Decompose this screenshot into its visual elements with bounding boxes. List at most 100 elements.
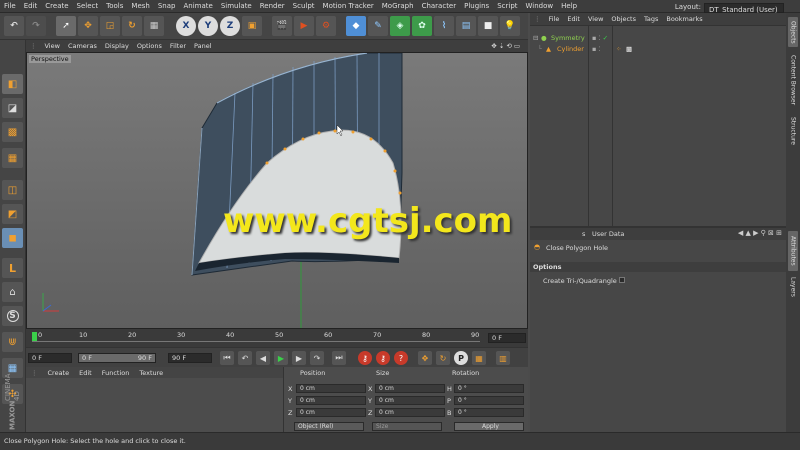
apply-button[interactable]: Apply: [454, 422, 524, 431]
play-button[interactable]: ▶: [274, 351, 288, 365]
cube-primitive-button[interactable]: ◆: [346, 16, 366, 36]
viewport-menu-filter[interactable]: Filter: [166, 42, 190, 50]
tab-layers[interactable]: Layers: [788, 275, 798, 299]
render-view-button[interactable]: 🎬: [272, 16, 292, 36]
rot-b-field[interactable]: 0 °: [454, 408, 524, 417]
object-row-symmetry[interactable]: ⊟ ● Symmetry ▪ ⁚ ✓: [530, 33, 786, 44]
record-position-button[interactable]: ✥: [418, 351, 432, 365]
create-tri-quad-checkbox[interactable]: [619, 277, 625, 283]
object-menu-bookmarks[interactable]: Bookmarks: [662, 15, 706, 23]
preview-range-slider[interactable]: 0 F 90 F: [78, 353, 156, 363]
tweak-mode-button[interactable]: ⌂: [2, 282, 23, 302]
object-menu-view[interactable]: View: [584, 15, 607, 23]
timeline-ruler[interactable]: 0 10 20 30 40 50 60 70 80 90 0 F: [26, 329, 528, 347]
spline-pen-button[interactable]: ✎: [368, 16, 388, 36]
attribute-nav-icons[interactable]: ◀ ▲ ▶ ⚲ ⊠ ⊞: [738, 229, 782, 237]
menu-script[interactable]: Script: [493, 0, 521, 13]
workplane-button[interactable]: ▦: [2, 148, 23, 168]
menu-snap[interactable]: Snap: [154, 0, 180, 13]
end-frame-field[interactable]: 90 F: [168, 353, 212, 363]
live-selection-button[interactable]: ➚: [56, 16, 76, 36]
scheme-button[interactable]: ▥: [496, 351, 510, 365]
rot-h-field[interactable]: 0 °: [454, 384, 524, 393]
polygons-mode-button[interactable]: ◼: [2, 228, 23, 248]
keyframe-selection-button[interactable]: ?: [394, 351, 408, 365]
scale-button[interactable]: ◲: [100, 16, 120, 36]
record-rotation-button[interactable]: ↻: [436, 351, 450, 365]
viewport-menu-cameras[interactable]: Cameras: [64, 42, 101, 50]
playhead[interactable]: [32, 332, 37, 341]
texture-mode-button[interactable]: ▩: [2, 122, 23, 142]
recent-tools-button[interactable]: ▦: [144, 16, 164, 36]
viewport-menu-panel[interactable]: Panel: [190, 42, 216, 50]
magnet-button[interactable]: ⋓: [2, 332, 23, 352]
menu-simulate[interactable]: Simulate: [217, 0, 256, 13]
record-scale-button[interactable]: P: [454, 351, 468, 365]
viewport-nav-icons[interactable]: ✥ ⇣ ⟲ ▭: [487, 42, 524, 50]
viewport-menu-options[interactable]: Options: [133, 42, 166, 50]
snap-button[interactable]: S: [2, 306, 23, 326]
menu-window[interactable]: Window: [522, 0, 558, 13]
material-menu-create[interactable]: Create: [43, 369, 75, 377]
object-menu-tags[interactable]: Tags: [640, 15, 662, 23]
subdivision-surface-button[interactable]: ◈: [390, 16, 410, 36]
tab-content-browser[interactable]: Content Browser: [788, 51, 798, 109]
layout-dropdown[interactable]: DT_Standard (User): [704, 2, 784, 14]
menu-mesh[interactable]: Mesh: [127, 0, 153, 13]
light-button[interactable]: 💡: [500, 16, 520, 36]
cloner-button[interactable]: ✿: [412, 16, 432, 36]
edges-mode-button[interactable]: ◩: [2, 204, 23, 224]
current-frame-field[interactable]: 0 F: [488, 333, 526, 343]
make-editable-button[interactable]: ◧: [2, 74, 23, 94]
size-z-field[interactable]: 0 cm: [375, 408, 445, 417]
rot-p-field[interactable]: 0 °: [454, 396, 524, 405]
material-menu-function[interactable]: Function: [97, 369, 135, 377]
tab-objects[interactable]: Objects: [788, 17, 798, 47]
pos-z-field[interactable]: 0 cm: [296, 408, 366, 417]
render-picture-viewer-button[interactable]: ▶: [294, 16, 314, 36]
rotate-button[interactable]: ↻: [122, 16, 142, 36]
coordinate-mode-dropdown[interactable]: Object (Rel): [294, 422, 364, 431]
menu-file[interactable]: File: [0, 0, 20, 13]
undo-button[interactable]: ↶: [4, 16, 24, 36]
menu-help[interactable]: Help: [557, 0, 581, 13]
axis-mode-button[interactable]: L: [2, 258, 23, 278]
viewport-menu-view[interactable]: View: [41, 42, 64, 50]
perspective-viewport[interactable]: Perspective www.cgtsj.com: [26, 52, 528, 329]
menu-tools[interactable]: Tools: [102, 0, 127, 13]
autokey-button[interactable]: ⚷: [376, 351, 390, 365]
floor-button[interactable]: ▤: [456, 16, 476, 36]
pos-x-field[interactable]: 0 cm: [296, 384, 366, 393]
size-mode-dropdown[interactable]: Size: [372, 422, 442, 431]
record-key-button[interactable]: ⚷: [358, 351, 372, 365]
size-x-field[interactable]: 0 cm: [375, 384, 445, 393]
coordinate-system-button[interactable]: ▣: [242, 16, 262, 36]
menu-motion-tracker[interactable]: Motion Tracker: [319, 0, 378, 13]
menu-render[interactable]: Render: [256, 0, 289, 13]
start-frame-field[interactable]: 0 F: [28, 353, 72, 363]
render-settings-button[interactable]: ⚙: [316, 16, 336, 36]
move-button[interactable]: ✥: [78, 16, 98, 36]
object-menu-edit[interactable]: Edit: [563, 15, 584, 23]
menu-mograph[interactable]: MoGraph: [378, 0, 418, 13]
go-to-end-button[interactable]: ⏭: [332, 351, 346, 365]
z-axis-button[interactable]: Z: [220, 16, 240, 36]
next-frame-button[interactable]: ▶: [292, 351, 306, 365]
menu-plugins[interactable]: Plugins: [460, 0, 493, 13]
go-to-start-button[interactable]: ⏮: [220, 351, 234, 365]
object-row-cylinder[interactable]: └ ▲ Cylinder ▪ ⁚ ⁘ ▩: [530, 44, 786, 55]
options-section-header[interactable]: Options: [530, 262, 786, 272]
x-axis-button[interactable]: X: [176, 16, 196, 36]
redo-button[interactable]: ↷: [26, 16, 46, 36]
object-menu-file[interactable]: File: [545, 15, 564, 23]
camera-button[interactable]: ■: [478, 16, 498, 36]
prev-frame-button[interactable]: ◀: [256, 351, 270, 365]
prev-key-button[interactable]: ↶: [238, 351, 252, 365]
object-menu-objects[interactable]: Objects: [607, 15, 640, 23]
tab-structure[interactable]: Structure: [788, 113, 798, 149]
material-menu-texture[interactable]: Texture: [134, 369, 168, 377]
size-y-field[interactable]: 0 cm: [375, 396, 445, 405]
model-mode-button[interactable]: ◪: [2, 98, 23, 118]
y-axis-button[interactable]: Y: [198, 16, 218, 36]
menu-create[interactable]: Create: [41, 0, 72, 13]
